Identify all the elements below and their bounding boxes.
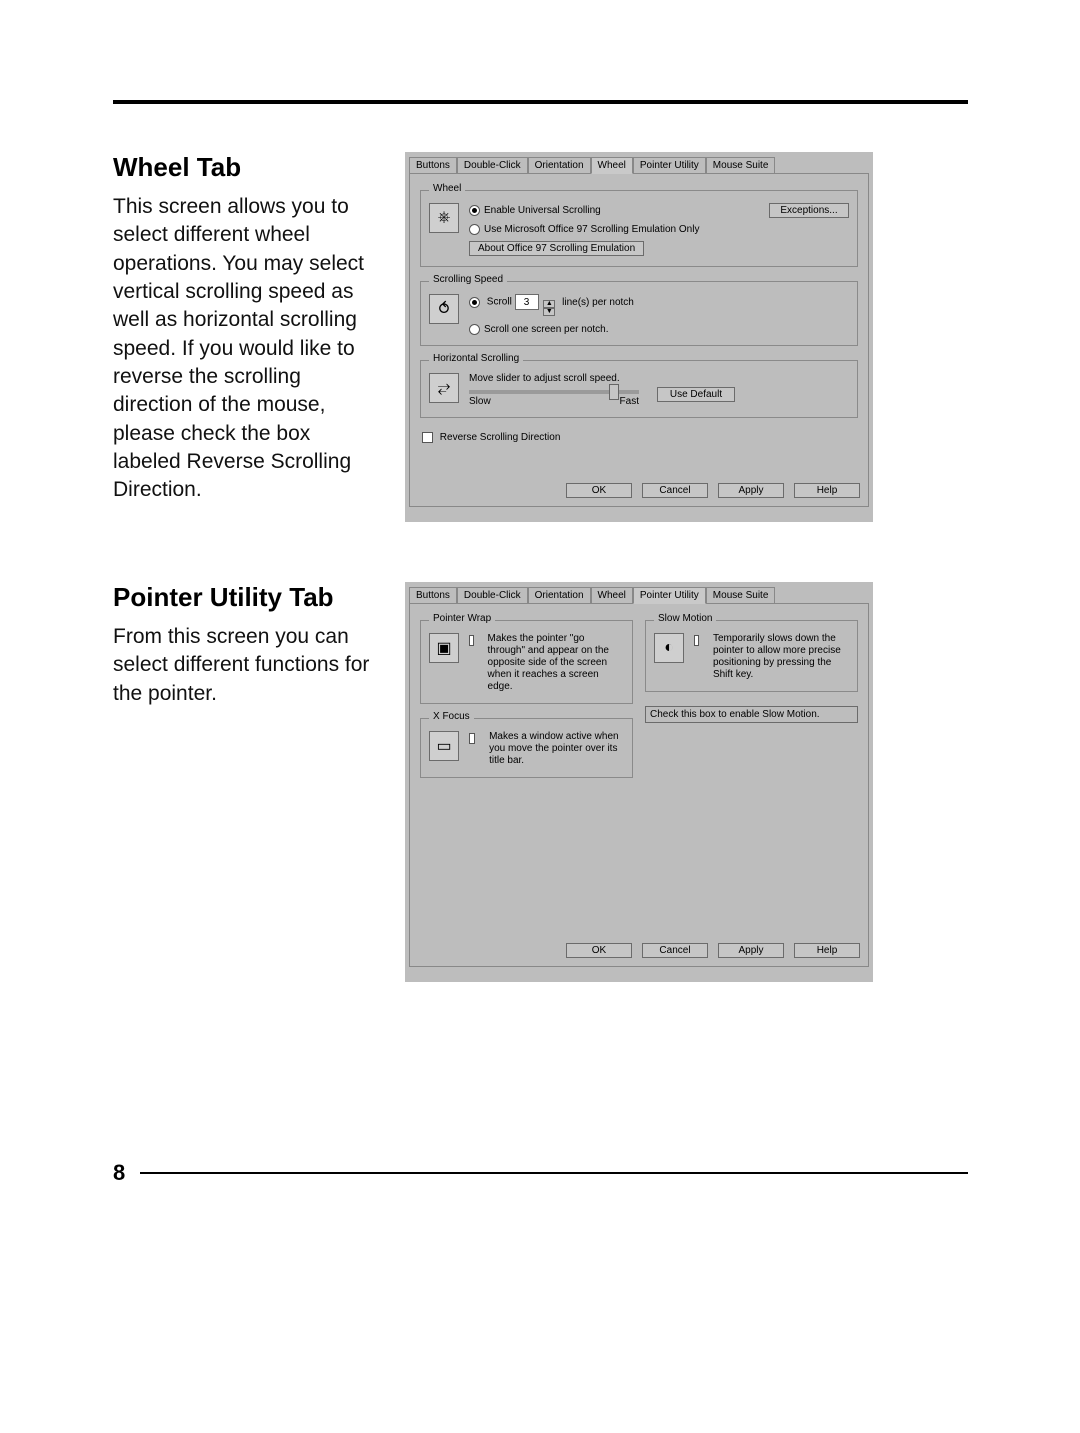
radio-enable-universal[interactable] (469, 205, 480, 216)
about-office-button[interactable]: About Office 97 Scrolling Emulation (469, 241, 644, 256)
group-horizontal: Horizontal Scrolling ⥂ Move slider to ad… (420, 360, 858, 418)
label-reverse: Reverse Scrolling Direction (440, 432, 561, 443)
label-fast: Fast (620, 396, 639, 407)
use-default-button[interactable]: Use Default (657, 387, 735, 402)
heading-wheel: Wheel Tab (113, 152, 383, 183)
page-number: 8 (113, 1160, 125, 1186)
apply-button[interactable]: Apply (718, 483, 784, 498)
help-button[interactable]: Help (794, 483, 860, 498)
section-wheel: Wheel Tab This screen allows you to sele… (113, 152, 968, 522)
group-pointer-wrap: Pointer Wrap ▣ Makes the pointer "go thr… (420, 620, 633, 704)
slow-text: Temporarily slows down the pointer to al… (713, 633, 849, 681)
label-enable-universal: Enable Universal Scrolling (484, 205, 601, 216)
group-wheel-title: Wheel (429, 183, 465, 194)
label-use-office: Use Microsoft Office 97 Scrolling Emulat… (484, 224, 699, 235)
heading-pointer: Pointer Utility Tab (113, 582, 383, 613)
ok-button[interactable]: OK (566, 483, 632, 498)
tab-double-click-2[interactable]: Double-Click (457, 587, 528, 604)
tab-wheel-2[interactable]: Wheel (591, 587, 633, 604)
tab-pointer-utility[interactable]: Pointer Utility (633, 157, 706, 174)
wrap-checkbox[interactable] (469, 635, 474, 646)
group-scroll-speed-title: Scrolling Speed (429, 274, 507, 285)
scroll-speed-icon: ⥀ (429, 294, 459, 324)
wrap-icon: ▣ (429, 633, 459, 663)
group-x-focus-title: X Focus (429, 711, 474, 722)
screenshot-wheel: Buttons Double-Click Orientation Wheel P… (405, 152, 873, 522)
group-slow-motion-title: Slow Motion (654, 613, 716, 624)
exceptions-button[interactable]: Exceptions... (769, 203, 849, 218)
scroll-lines-input[interactable]: 3 (515, 294, 539, 310)
reverse-checkbox[interactable] (422, 432, 433, 443)
slow-hint-box: Check this box to enable Slow Motion. (645, 706, 858, 723)
top-rule (113, 100, 968, 104)
wrap-text: Makes the pointer "go through" and appea… (488, 633, 624, 693)
slow-checkbox[interactable] (694, 635, 699, 646)
radio-scroll-screen[interactable] (469, 324, 480, 335)
group-pointer-wrap-title: Pointer Wrap (429, 613, 495, 624)
horizontal-icon: ⥂ (429, 373, 459, 403)
label-scroll-pre: Scroll (487, 297, 512, 308)
label-slow: Slow (469, 396, 491, 407)
slow-icon: ◐ (654, 633, 684, 663)
horiz-text: Move slider to adjust scroll speed. (469, 373, 639, 384)
group-scroll-speed: Scrolling Speed ⥀ Scroll 3 ▲▼ line(s) pe… (420, 281, 858, 346)
horiz-slider[interactable] (469, 390, 639, 394)
section-pointer: Pointer Utility Tab From this screen you… (113, 582, 968, 982)
tab-wheel[interactable]: Wheel (591, 157, 633, 174)
focus-checkbox[interactable] (469, 733, 475, 744)
label-scroll-post: line(s) per notch (562, 297, 634, 308)
help-button-2[interactable]: Help (794, 943, 860, 958)
focus-text: Makes a window active when you move the … (489, 731, 624, 767)
group-wheel: Wheel ⎈ Enable Universal Scrolling Excep… (420, 190, 858, 267)
tab-mouse-suite-2[interactable]: Mouse Suite (706, 587, 776, 604)
tab-orientation[interactable]: Orientation (528, 157, 591, 174)
body-wheel: This screen allows you to select differe… (113, 193, 383, 505)
screenshot-pointer: Buttons Double-Click Orientation Wheel P… (405, 582, 873, 982)
group-slow-motion: Slow Motion ◐ Temporarily slows down the… (645, 620, 858, 692)
ok-button-2[interactable]: OK (566, 943, 632, 958)
body-pointer: From this screen you can select differen… (113, 623, 383, 708)
radio-scroll-lines[interactable] (469, 297, 480, 308)
tab-pointer-utility-2[interactable]: Pointer Utility (633, 587, 706, 604)
tab-double-click[interactable]: Double-Click (457, 157, 528, 174)
cancel-button-2[interactable]: Cancel (642, 943, 708, 958)
tab-orientation-2[interactable]: Orientation (528, 587, 591, 604)
apply-button-2[interactable]: Apply (718, 943, 784, 958)
tab-mouse-suite[interactable]: Mouse Suite (706, 157, 776, 174)
group-x-focus: X Focus ▭ Makes a window active when you… (420, 718, 633, 778)
tab-buttons[interactable]: Buttons (409, 157, 457, 174)
wheel-icon: ⎈ (429, 203, 459, 233)
group-horizontal-title: Horizontal Scrolling (429, 353, 523, 364)
horiz-slider-thumb[interactable] (609, 384, 619, 400)
label-scroll-screen: Scroll one screen per notch. (484, 324, 609, 335)
footer-rule (140, 1172, 968, 1174)
tab-buttons-2[interactable]: Buttons (409, 587, 457, 604)
radio-use-office[interactable] (469, 224, 480, 235)
scroll-lines-spin[interactable]: ▲▼ (543, 300, 555, 316)
focus-icon: ▭ (429, 731, 459, 761)
cancel-button[interactable]: Cancel (642, 483, 708, 498)
